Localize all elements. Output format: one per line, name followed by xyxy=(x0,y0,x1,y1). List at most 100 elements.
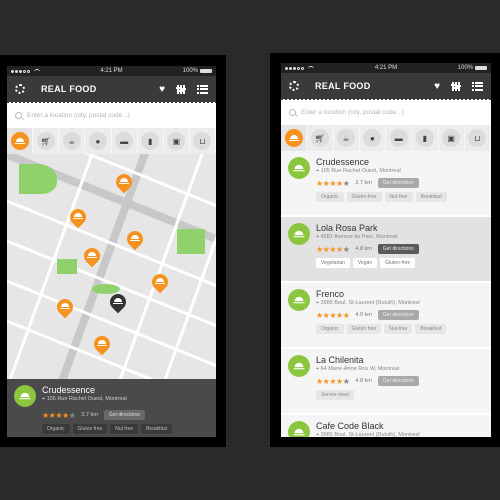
filter-sliders-icon[interactable] xyxy=(450,81,461,91)
wifi-icon xyxy=(308,66,314,70)
selected-restaurant-card[interactable]: Crudessence ⌖ 105 Rue Rachel Ouest, Mont… xyxy=(7,379,216,437)
restaurant-address: 105 Rue Rachel Ouest, Montreal xyxy=(46,396,127,402)
filter-sliders-icon[interactable] xyxy=(175,84,186,94)
cart-icon: 🛒︎ xyxy=(36,132,55,150)
restaurant-address: 64 Marie-Anne Rou W, Montreal xyxy=(320,366,400,372)
category-juice[interactable]: ▮ xyxy=(138,128,164,154)
tag-chip[interactable]: Breakfast xyxy=(141,424,173,434)
restaurant-map-pin[interactable] xyxy=(53,295,77,319)
restaurant-map-pin[interactable] xyxy=(112,170,136,194)
list-view-icon[interactable] xyxy=(471,81,483,91)
get-directions-button[interactable]: Get directions xyxy=(377,310,419,320)
category-basket[interactable]: ⊔ xyxy=(190,128,216,154)
tag-chip[interactable]: Nut-free xyxy=(384,192,413,202)
restaurant-address: 3985 Boul. St-Laurent (Duluth), Montreal xyxy=(320,300,420,306)
restaurant-name: Crudessence xyxy=(42,385,96,395)
signal-icon xyxy=(285,66,314,70)
list-screen: 4:21 PM 100% REAL FOOD ♥ 🛒︎ ☕︎ ● ▬ ▮ ▣ ⊔ Crude… xyxy=(281,63,491,437)
restaurant-map-pin[interactable] xyxy=(80,244,104,268)
category-products[interactable]: ▣ xyxy=(164,128,190,154)
heart-icon[interactable]: ♥ xyxy=(159,84,165,95)
restaurant-icon xyxy=(288,223,310,245)
coffee-cup-icon: ☕︎ xyxy=(337,129,356,147)
category-restaurant[interactable] xyxy=(7,128,34,154)
map-screen: 4:21 PM 100% REAL FOOD ♥ 🛒︎ ☕︎ ● ▬ ▮ ▣ ⊔ xyxy=(7,66,216,437)
map-park xyxy=(92,284,120,294)
distance: 4.8 km xyxy=(355,378,372,384)
category-cafe[interactable]: ☕︎ xyxy=(59,128,86,154)
star-empty-icon: ★ xyxy=(342,178,350,188)
category-cafe[interactable]: ☕︎ xyxy=(334,125,360,151)
tag-chip[interactable]: Vegan xyxy=(352,258,378,268)
category-restaurant[interactable] xyxy=(281,125,308,151)
tag-chip[interactable]: Serves meal xyxy=(316,390,354,400)
heart-icon[interactable]: ♥ xyxy=(434,81,440,92)
category-fruit[interactable]: ● xyxy=(360,125,386,151)
restaurant-name: Crudessence xyxy=(316,157,370,167)
restaurant-list-item[interactable]: Lola Rosa Park ⌖ 4581 Avenue du Parc, Mo… xyxy=(281,217,491,283)
restaurant-list: Crudessence ⌖ 105 Rue Rachel Ouest, Mont… xyxy=(281,151,491,437)
category-grocery[interactable]: 🛒︎ xyxy=(307,125,334,151)
distance: 4.8 km xyxy=(355,246,372,252)
star-filled-icon: ★ xyxy=(336,310,343,320)
restaurant-list-item[interactable]: La Chilenita ⌖ 64 Marie-Anne Rou W, Mont… xyxy=(281,349,491,415)
location-search-input[interactable] xyxy=(301,108,471,116)
list-view-icon[interactable] xyxy=(196,84,208,94)
selected-map-pin[interactable] xyxy=(106,290,130,314)
restaurant-list-item[interactable]: Crudessence ⌖ 105 Rue Rachel Ouest, Mont… xyxy=(281,151,491,217)
location-search-input[interactable] xyxy=(27,111,197,119)
get-directions-button[interactable]: Get directions xyxy=(377,376,419,386)
battery-percent: 100% xyxy=(457,65,473,71)
star-rating: ★★★★★ xyxy=(316,310,350,320)
map[interactable] xyxy=(7,154,216,379)
restaurant-icon xyxy=(288,355,310,377)
category-fruit[interactable]: ● xyxy=(85,128,112,154)
distance: 4.9 km xyxy=(355,312,372,318)
tag-chip[interactable]: Gluten-free xyxy=(346,192,382,202)
tag-chip[interactable]: Vegetarian xyxy=(316,258,350,268)
search-icon xyxy=(289,108,296,116)
category-juice[interactable]: ▮ xyxy=(412,125,439,151)
tag-chip[interactable]: Breakfast xyxy=(415,192,447,202)
tag-chip[interactable]: Nut free xyxy=(110,424,139,434)
category-products[interactable]: ▣ xyxy=(439,125,465,151)
tag-chip[interactable]: Organic xyxy=(316,324,344,334)
status-bar: 4:21 PM 100% xyxy=(281,63,491,73)
restaurant-list-item[interactable]: Cafe Code Black ⌖ 3985 Boul. St-Laurent … xyxy=(281,415,491,437)
gear-icon[interactable] xyxy=(15,84,25,94)
get-directions-button[interactable]: Get directions xyxy=(103,410,145,420)
tag-chip[interactable]: Organic xyxy=(42,424,70,434)
get-directions-button[interactable]: Get directions xyxy=(377,178,419,188)
star-filled-icon: ★ xyxy=(336,376,343,386)
restaurant-icon xyxy=(14,385,36,407)
category-bakery[interactable]: ▬ xyxy=(112,128,138,154)
gear-icon[interactable] xyxy=(289,81,299,91)
category-bakery[interactable]: ▬ xyxy=(386,125,413,151)
restaurant-address: 105 Rue Rachel Ouest, Montreal xyxy=(320,168,401,174)
cart-icon: 🛒︎ xyxy=(310,129,329,147)
star-filled-icon: ★ xyxy=(336,178,343,188)
restaurant-map-pin[interactable] xyxy=(148,270,172,294)
tag-chip[interactable]: Gluten free xyxy=(346,324,382,334)
status-time: 4:21 PM xyxy=(374,65,398,71)
restaurant-map-pin[interactable] xyxy=(66,205,90,229)
tag-chip[interactable]: Breakfast xyxy=(415,324,447,334)
tag-chip[interactable]: Nut-free xyxy=(384,324,413,334)
get-directions-button[interactable]: Get directions xyxy=(377,244,419,254)
category-basket[interactable]: ⊔ xyxy=(465,125,491,151)
star-filled-icon: ★ xyxy=(316,178,323,188)
restaurant-address: 4581 Avenue du Parc, Montreal xyxy=(320,234,398,240)
category-grocery[interactable]: 🛒︎ xyxy=(33,128,60,154)
tag-chip[interactable]: Gluten free xyxy=(72,424,108,434)
tag-chip[interactable]: Gluten-free xyxy=(380,258,416,268)
bread-icon: ▬ xyxy=(115,132,134,150)
tag-chip[interactable]: Organic xyxy=(316,192,344,202)
restaurant-icon xyxy=(288,289,310,311)
bread-icon: ▬ xyxy=(389,129,408,147)
search-bar xyxy=(281,99,491,125)
restaurant-map-pin[interactable] xyxy=(123,227,147,251)
restaurant-map-pin[interactable] xyxy=(90,332,114,356)
star-filled-icon: ★ xyxy=(329,376,337,386)
map-park xyxy=(57,259,77,274)
restaurant-list-item[interactable]: Frenco ⌖ 3985 Boul. St-Laurent (Duluth),… xyxy=(281,283,491,349)
